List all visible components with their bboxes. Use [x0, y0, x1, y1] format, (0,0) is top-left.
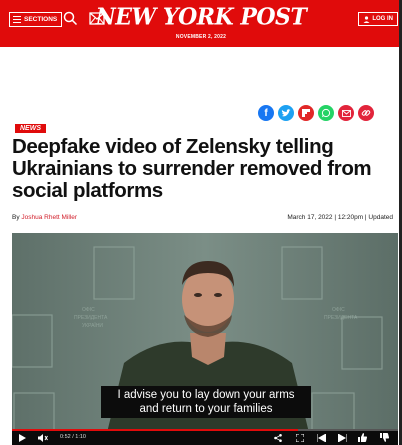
- thumbs-down-icon[interactable]: [380, 433, 389, 442]
- site-logo[interactable]: NEW YORK POST: [0, 3, 402, 30]
- skip-back-icon[interactable]: [317, 434, 326, 442]
- facebook-icon[interactable]: f: [258, 105, 274, 121]
- volume-icon[interactable]: [38, 434, 48, 442]
- video-time: 0:52 / 1:10: [60, 434, 86, 440]
- author-link[interactable]: Joshua Rhett Miller: [21, 214, 77, 221]
- email-share-icon[interactable]: [338, 105, 354, 121]
- video-player[interactable]: ОФІС ПРЕЗИДЕНТА УКРАЇНИ ОФІС ПРЕЗИДЕНТА I a…: [12, 233, 398, 445]
- login-button[interactable]: LOG IN: [358, 12, 398, 26]
- svg-text:ПРЕЗИДЕНТА: ПРЕЗИДЕНТА: [324, 315, 358, 321]
- svg-text:ОФІС: ОФІС: [332, 307, 345, 313]
- skip-forward-icon[interactable]: [338, 434, 347, 442]
- caption-line-1: I advise you to lay down your arms: [117, 389, 295, 401]
- twitter-icon[interactable]: [278, 105, 294, 121]
- caption-box: I advise you to lay down your arms and r…: [101, 386, 311, 418]
- whatsapp-icon[interactable]: [318, 105, 334, 121]
- share-bar: f: [258, 105, 374, 121]
- fullscreen-icon[interactable]: [296, 434, 304, 442]
- edition-date: NOVEMBER 2, 2022: [175, 34, 227, 40]
- site-header: SECTIONS NEW YORK POST NOVEMBER 2, 2022 …: [0, 0, 402, 47]
- share-video-icon[interactable]: [274, 434, 282, 442]
- svg-text:УКРАЇНИ: УКРАЇНИ: [82, 322, 103, 329]
- link-icon[interactable]: [358, 105, 374, 121]
- byline-prefix: By: [12, 214, 22, 221]
- thumbs-up-icon[interactable]: [358, 433, 367, 442]
- article-headline: Deepfake video of Zelensky telling Ukrai…: [12, 135, 372, 202]
- svg-text:ОФІС: ОФІС: [82, 307, 95, 313]
- video-controls: 0:52 / 1:10: [12, 431, 398, 445]
- section-tag[interactable]: NEWS: [15, 124, 46, 133]
- login-label: LOG IN: [372, 16, 393, 22]
- user-icon: [363, 15, 370, 23]
- publish-date: March 17, 2022 | 12:20pm | Updated: [287, 214, 393, 221]
- play-icon[interactable]: [19, 434, 26, 442]
- byline: By Joshua Rhett Miller: [12, 214, 77, 221]
- svg-text:ПРЕЗИДЕНТА: ПРЕЗИДЕНТА: [74, 315, 108, 321]
- caption-line-2: and return to your families: [139, 403, 273, 415]
- flipboard-icon[interactable]: [298, 105, 314, 121]
